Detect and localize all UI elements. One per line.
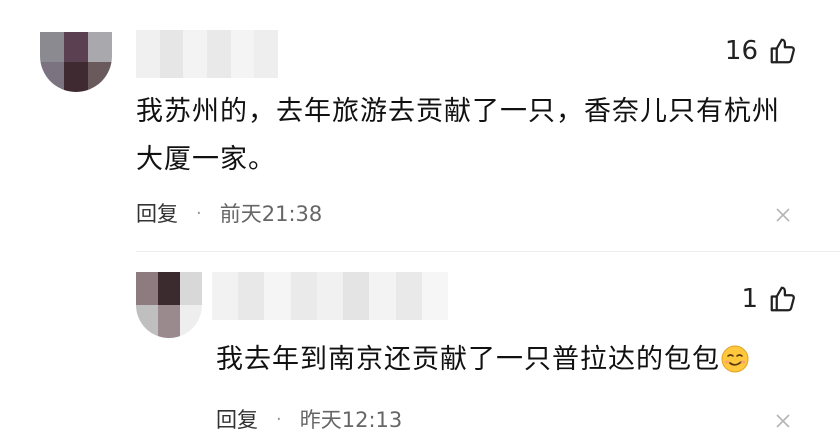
comment-text-content: 我去年到南京还贡献了一只普拉达的包包 [216, 344, 720, 375]
close-icon[interactable] [776, 414, 790, 428]
like-count: 16 [724, 36, 758, 66]
close-icon[interactable] [776, 208, 790, 222]
comment-text: 我去年到南京还贡献了一只普拉达的包包 [216, 336, 796, 384]
avatar[interactable] [40, 32, 112, 92]
like-count: 1 [741, 284, 758, 314]
reply-button[interactable]: 回复 [136, 198, 178, 228]
like-button[interactable]: 16 [725, 36, 798, 66]
avatar[interactable] [136, 272, 202, 338]
comment-meta: 回复 · 昨天12:13 [216, 404, 402, 434]
divider [136, 251, 840, 252]
username-blurred[interactable] [212, 272, 448, 320]
smirk-emoji-icon [721, 345, 749, 373]
timestamp: 昨天12:13 [299, 408, 403, 432]
thumbs-up-icon[interactable] [768, 36, 798, 66]
username-blurred[interactable] [136, 30, 278, 78]
separator-dot: · [196, 202, 202, 224]
like-button[interactable]: 1 [741, 284, 798, 314]
timestamp: 前天21:38 [219, 202, 323, 226]
reply-button[interactable]: 回复 [216, 404, 258, 434]
comment-meta: 回复 · 前天21:38 [136, 198, 322, 228]
separator-dot: · [276, 408, 282, 430]
thumbs-up-icon[interactable] [768, 284, 798, 314]
comment-text: 我苏州的，去年旅游去贡献了一只，香奈儿只有杭州大厦一家。 [136, 96, 780, 175]
